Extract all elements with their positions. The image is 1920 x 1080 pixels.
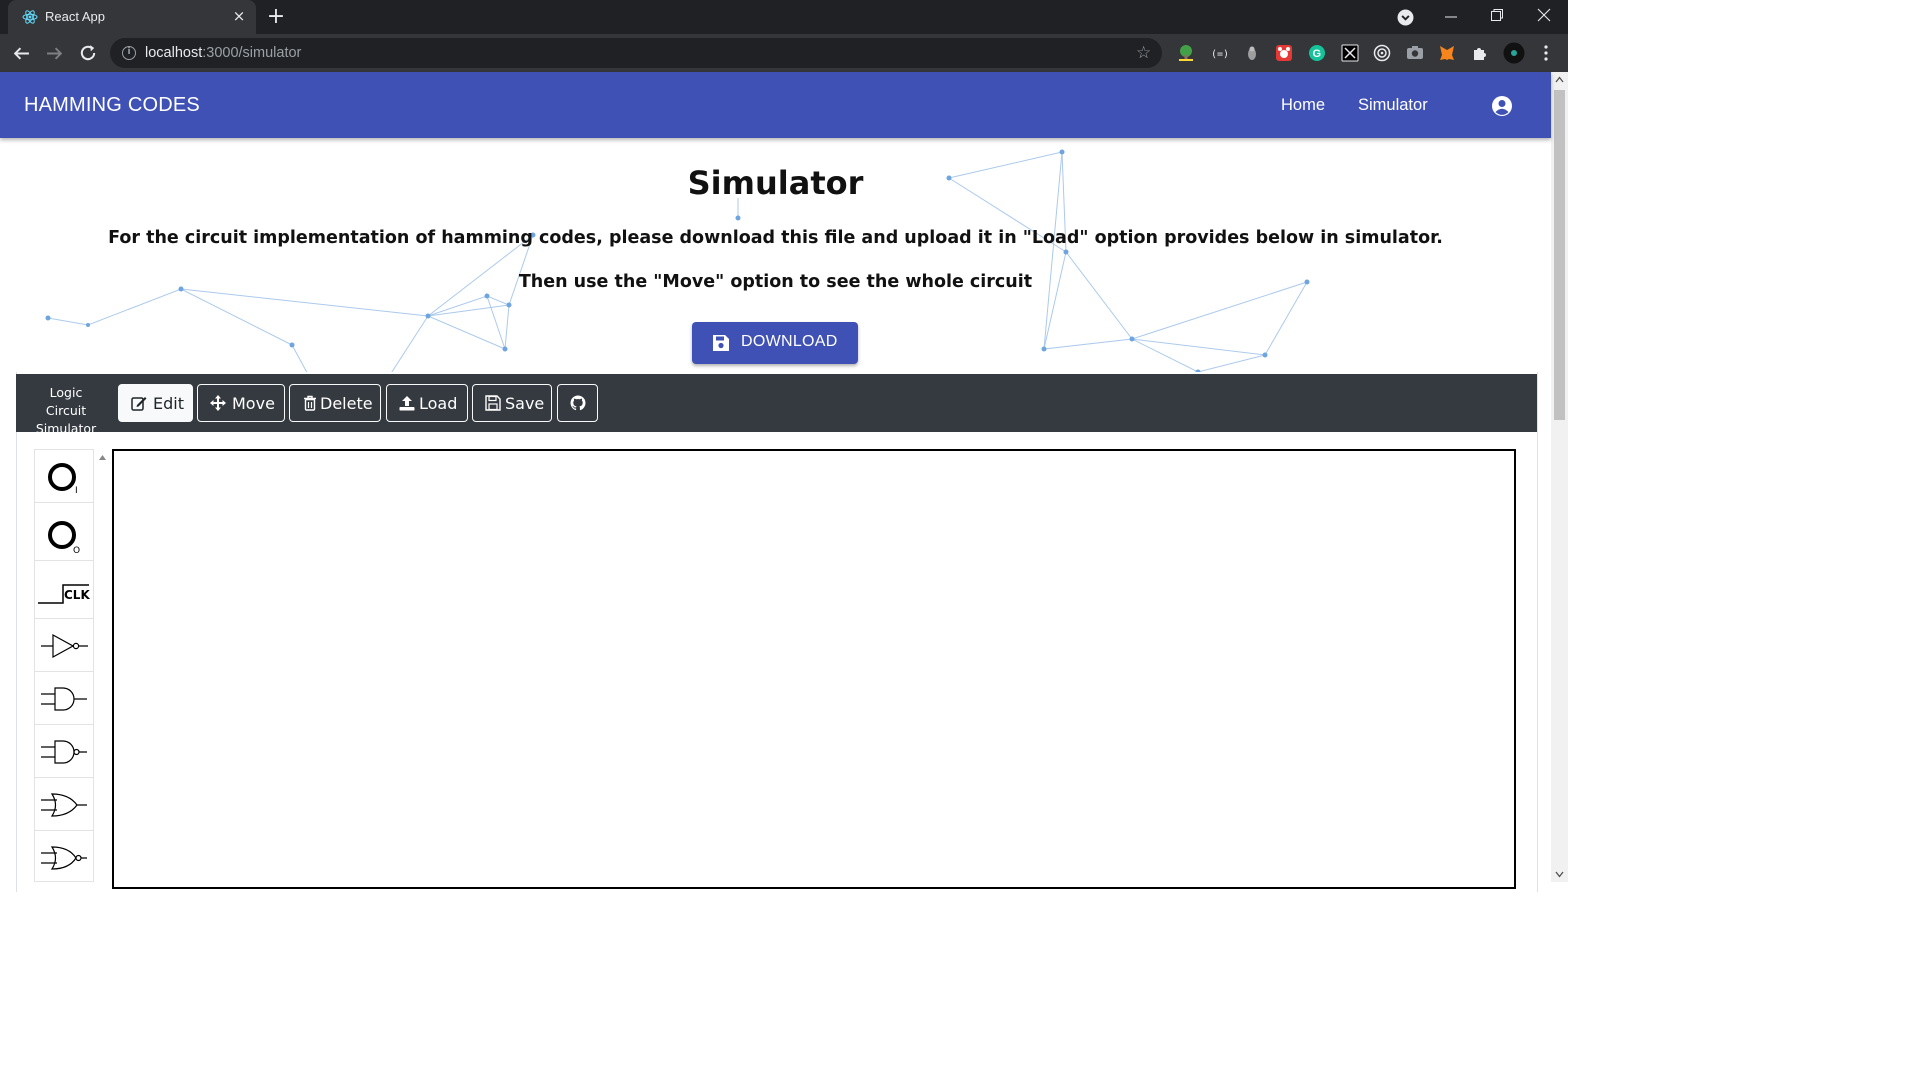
browser-tab[interactable]: React App × — [8, 0, 256, 34]
load-label: Load — [419, 394, 458, 413]
red-extension-icon[interactable] — [1275, 44, 1293, 62]
github-icon — [570, 395, 586, 411]
download-button[interactable]: DOWNLOAD — [692, 322, 858, 364]
palette-output[interactable]: O — [35, 508, 93, 561]
move-label: Move — [232, 394, 275, 413]
component-palette: I O CLK — [34, 449, 94, 882]
save-floppy-icon — [713, 335, 729, 351]
tree-extension-icon[interactable] — [1177, 44, 1195, 62]
nand-gate-icon — [41, 740, 87, 764]
edit-icon — [131, 397, 147, 411]
profile-avatar-icon[interactable] — [1503, 42, 1525, 64]
palette-or-gate[interactable] — [35, 778, 93, 831]
xpath-extension-icon[interactable] — [1341, 44, 1359, 62]
simulator-toolbar: Logic Circuit Simulator Edit Move Delete… — [16, 374, 1537, 436]
input-icon: I — [48, 463, 78, 496]
page-title: Simulator — [687, 164, 864, 202]
account-circle-icon[interactable] — [1491, 95, 1513, 117]
palette-input[interactable]: I — [35, 450, 93, 503]
output-subscript: O — [73, 546, 80, 555]
address-bar[interactable]: i localhost:3000/simulator ☆ — [110, 38, 1162, 68]
tab-search-icon[interactable] — [1397, 9, 1414, 26]
svg-text:G: G — [1313, 48, 1322, 60]
app-brand[interactable]: HAMMING CODES — [24, 94, 200, 117]
edit-label: Edit — [153, 394, 184, 413]
palette-nand-gate[interactable] — [35, 725, 93, 778]
clock-icon: CLK — [38, 584, 90, 604]
extensions-puzzle-icon[interactable] — [1471, 44, 1489, 62]
chrome-menu-icon[interactable] — [1539, 44, 1553, 62]
and-gate-icon — [41, 687, 87, 711]
palette-scroll-up-icon[interactable] — [98, 453, 107, 461]
scroll-up-icon[interactable] — [1555, 76, 1564, 83]
instruction-text-2: Then use the "Move" option to see the wh… — [518, 272, 1033, 292]
palette-nor-gate[interactable] — [35, 831, 93, 884]
close-window-icon[interactable] — [1537, 8, 1551, 22]
url-path: :3000/simulator — [202, 45, 302, 61]
browser-toolbar: i localhost:3000/simulator ☆ (=) G — [0, 34, 1568, 72]
save-label: Save — [505, 394, 545, 413]
scroll-down-icon[interactable] — [1555, 871, 1564, 878]
svg-text:(=): (=) — [1211, 49, 1228, 60]
edit-button[interactable]: Edit — [118, 384, 193, 422]
clock-label: CLK — [64, 588, 90, 602]
not-gate-icon — [41, 633, 88, 659]
save-icon — [485, 395, 501, 411]
page-scrollbar[interactable] — [1551, 72, 1568, 882]
nav-home-link[interactable]: Home — [1281, 96, 1325, 115]
site-info-icon[interactable]: i — [122, 46, 136, 60]
forward-icon[interactable] — [46, 45, 63, 62]
browser-tabstrip: React App × + — [0, 0, 1568, 34]
tab-title: React App — [45, 9, 105, 24]
nav-simulator-link[interactable]: Simulator — [1358, 96, 1428, 115]
save-button[interactable]: Save — [472, 384, 552, 422]
circuit-canvas[interactable] — [112, 449, 1516, 889]
load-button[interactable]: Load — [386, 384, 468, 422]
tab-close-icon[interactable]: × — [230, 7, 248, 25]
scrollbar-thumb[interactable] — [1554, 90, 1565, 420]
or-gate-icon — [41, 793, 87, 817]
delete-label: Delete — [320, 394, 373, 413]
json-extension-icon[interactable]: (=) — [1210, 44, 1228, 62]
simulator-brand-line-2: Simulator — [35, 421, 97, 436]
restore-icon[interactable] — [1490, 8, 1504, 22]
download-label: DOWNLOAD — [741, 333, 838, 350]
ghost-extension-icon[interactable] — [1243, 44, 1261, 62]
url-host: localhost — [145, 45, 203, 61]
minimize-icon[interactable] — [1444, 10, 1458, 24]
palette-not-gate[interactable] — [35, 619, 93, 672]
palette-clock[interactable]: CLK — [35, 566, 93, 619]
upload-icon — [399, 396, 415, 411]
move-arrows-icon — [210, 395, 226, 411]
url-text: localhost:3000/simulator — [145, 45, 301, 61]
simulator-brand: Logic Circuit Simulator — [30, 384, 102, 438]
app-bar: HAMMING CODES Home Simulator — [0, 72, 1551, 138]
camera-extension-icon[interactable] — [1406, 44, 1424, 62]
trash-icon — [304, 395, 316, 411]
reload-icon[interactable] — [79, 44, 97, 62]
delete-button[interactable]: Delete — [289, 384, 381, 422]
bookmark-star-icon[interactable]: ☆ — [1136, 43, 1151, 63]
back-icon[interactable] — [13, 45, 30, 62]
react-logo-icon — [22, 10, 38, 24]
input-subscript: I — [75, 486, 78, 496]
simulator-brand-line-1: Logic Circuit — [45, 385, 87, 418]
output-icon: O — [48, 521, 80, 555]
github-button[interactable] — [557, 384, 598, 422]
move-button[interactable]: Move — [197, 384, 285, 422]
palette-and-gate[interactable] — [35, 672, 93, 725]
metamask-icon[interactable] — [1438, 44, 1456, 62]
target-extension-icon[interactable] — [1373, 44, 1391, 62]
nor-gate-icon — [41, 846, 87, 870]
grammarly-icon[interactable]: G — [1308, 44, 1326, 62]
new-tab-icon[interactable]: + — [266, 6, 286, 28]
instruction-text-1: For the circuit implementation of hammin… — [108, 228, 1443, 248]
